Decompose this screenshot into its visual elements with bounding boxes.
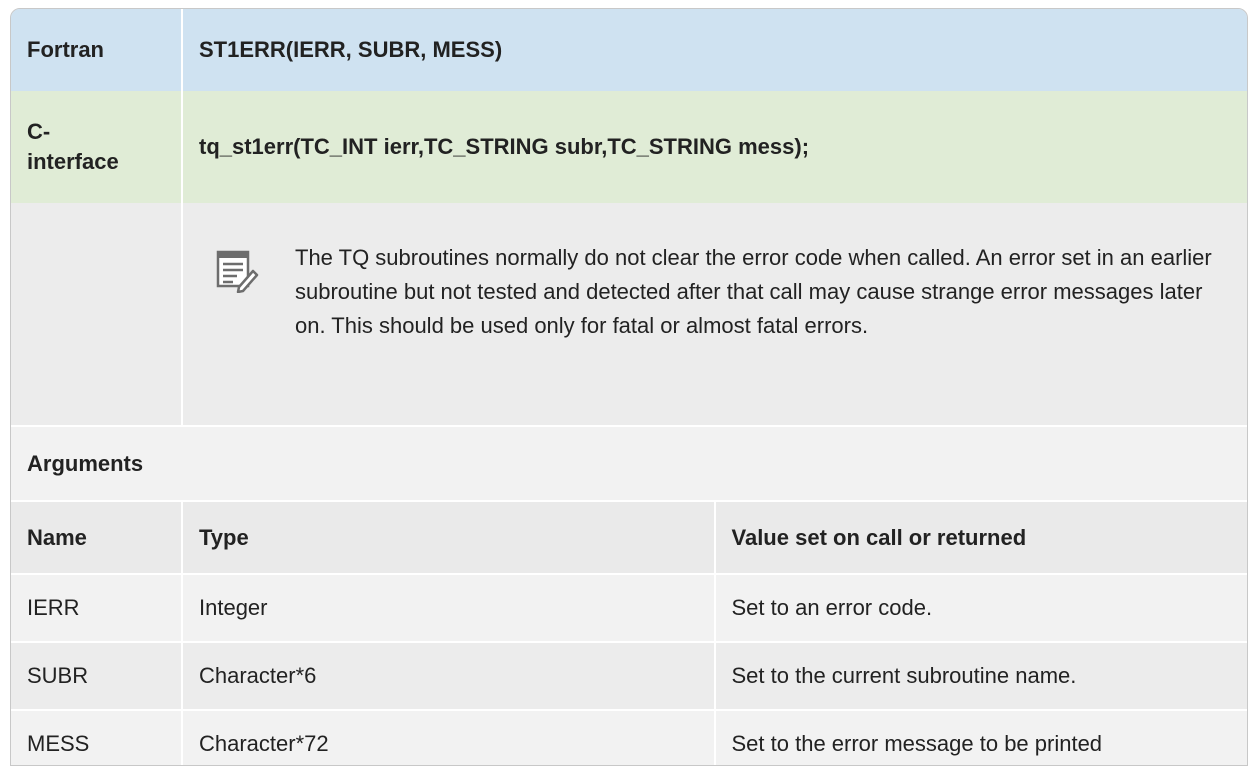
column-header-value: Value set on call or returned xyxy=(714,500,1247,574)
note-cell: The TQ subroutines normally do not clear… xyxy=(182,203,1247,426)
table-row: SUBR Character*6 Set to the current subr… xyxy=(11,641,1247,710)
note-empty-cell xyxy=(11,203,183,426)
arguments-heading-row: Arguments xyxy=(11,425,1247,501)
column-header-type: Type xyxy=(182,500,716,574)
arg-type: Character*6 xyxy=(182,641,716,710)
c-interface-signature: tq_st1err(TC_INT ierr,TC_STRING subr,TC_… xyxy=(182,91,1247,203)
c-interface-row: C-interface tq_st1err(TC_INT ierr,TC_STR… xyxy=(11,91,1247,203)
arguments-heading: Arguments xyxy=(11,425,1247,501)
note-box: The TQ subroutines normally do not clear… xyxy=(183,203,1247,343)
arg-type: Integer xyxy=(182,573,716,642)
function-reference-table: Fortran ST1ERR(IERR, SUBR, MESS) C-inter… xyxy=(10,8,1248,766)
c-interface-label-line2: interface xyxy=(27,149,119,174)
arg-value: Set to the current subroutine name. xyxy=(714,641,1247,710)
note-text: The TQ subroutines normally do not clear… xyxy=(295,245,1212,338)
table-row: IERR Integer Set to an error code. xyxy=(11,573,1247,642)
table-row: MESS Character*72 Set to the error messa… xyxy=(11,709,1247,765)
column-header-name: Name xyxy=(11,500,183,574)
arg-value: Set to an error code. xyxy=(714,573,1247,642)
fortran-label: Fortran xyxy=(11,9,183,91)
arg-value: Set to the error message to be printed xyxy=(714,709,1247,765)
note-row: The TQ subroutines normally do not clear… xyxy=(11,203,1247,426)
arg-type: Character*72 xyxy=(182,709,716,765)
arg-name: SUBR xyxy=(11,641,183,710)
fortran-signature: ST1ERR(IERR, SUBR, MESS) xyxy=(182,9,1247,91)
arg-name: MESS xyxy=(11,709,183,765)
c-interface-label-line1: C- xyxy=(27,119,51,144)
signature-table: Fortran ST1ERR(IERR, SUBR, MESS) C-inter… xyxy=(11,9,1247,765)
note-icon xyxy=(216,250,259,293)
fortran-row: Fortran ST1ERR(IERR, SUBR, MESS) xyxy=(11,9,1247,91)
arg-name: IERR xyxy=(11,573,183,642)
c-interface-label: C-interface xyxy=(11,91,183,203)
arguments-header-row: Name Type Value set on call or returned xyxy=(11,500,1247,574)
